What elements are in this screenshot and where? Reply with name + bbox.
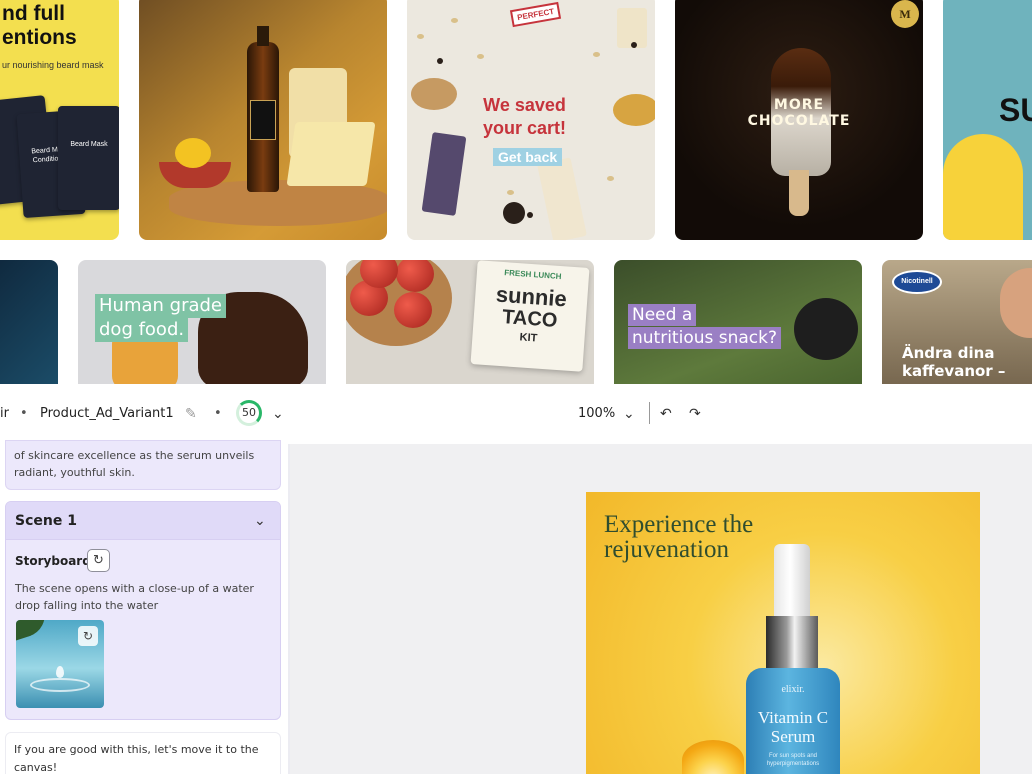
ad-headline-line2: dog food. bbox=[95, 318, 189, 342]
progress-ring: 50 bbox=[236, 400, 262, 426]
editor-toolbar: ir • Product_Ad_Variant1 ✎ • 50 ⌄ 100% ⌄… bbox=[0, 384, 1032, 444]
regenerate-icon[interactable]: ↻ bbox=[87, 549, 110, 572]
snack-bar bbox=[421, 132, 467, 216]
nut bbox=[477, 54, 484, 59]
ad-card-cart[interactable]: PERFECT We saved your cart! Get back bbox=[407, 0, 655, 240]
choc-chip bbox=[631, 42, 637, 48]
previous-scene-text: of skincare excellence as the serum unve… bbox=[5, 440, 281, 490]
choc-ball bbox=[503, 202, 525, 224]
yellow-shape bbox=[943, 134, 1023, 240]
scene-card: Scene 1 ⌄ Storyboard ↻ The scene opens w… bbox=[5, 501, 281, 720]
bottle-subtitle: For sun spots and hyperpigmentations bbox=[766, 753, 820, 767]
ad-tagline: ur nourishing beard mask bbox=[2, 60, 104, 70]
choc-chip bbox=[437, 58, 443, 64]
panel-divider bbox=[288, 444, 290, 774]
ad-card-beard-mask[interactable]: nd full entions ur nourishing beard mask… bbox=[0, 0, 119, 240]
scene-thumbnail[interactable]: ↻ bbox=[16, 620, 104, 708]
assistant-message: If you are good with this, let's move it… bbox=[5, 732, 281, 774]
chevron-down-icon[interactable]: ⌄ bbox=[254, 512, 266, 530]
app-screen: nd full entions ur nourishing beard mask… bbox=[0, 0, 1032, 774]
whisky-bottle bbox=[247, 26, 279, 192]
ad-card-navy[interactable] bbox=[0, 260, 58, 384]
ad-headline-line1: Need a bbox=[628, 304, 697, 326]
pack-label: Beard Mask bbox=[70, 141, 108, 148]
bottle-collar bbox=[766, 616, 818, 668]
redo-icon[interactable]: ↷ bbox=[689, 404, 701, 424]
ad-card-nicotinell[interactable]: Nicotinell Ändra dina kaffevanor – bbox=[882, 260, 1032, 384]
nut bbox=[607, 176, 614, 181]
ad-headline: nd full entions bbox=[2, 2, 77, 49]
project-name[interactable]: Product_Ad_Variant1 bbox=[40, 404, 174, 424]
bottle-brand: elixir. bbox=[781, 684, 805, 695]
orange-slice bbox=[682, 740, 744, 774]
nut bbox=[417, 34, 424, 39]
snack-bar bbox=[537, 157, 587, 240]
cheese-wedge bbox=[286, 122, 376, 186]
chevron-down-icon[interactable]: ⌄ bbox=[623, 404, 635, 424]
water-drop bbox=[56, 666, 64, 678]
ad-gallery: nd full entions ur nourishing beard mask… bbox=[0, 0, 1032, 384]
ad-headline-line1: Human grade bbox=[95, 294, 226, 318]
storyboard-panel: of skincare excellence as the serum unve… bbox=[0, 440, 290, 774]
nut bbox=[451, 18, 458, 23]
pencil-icon[interactable]: ✎ bbox=[185, 404, 197, 424]
separator-dot: • bbox=[214, 406, 222, 421]
ad-card-teal[interactable]: SU bbox=[943, 0, 1032, 240]
person bbox=[1000, 268, 1032, 338]
ad-headline-line2: nutritious snack? bbox=[628, 327, 782, 349]
lemon bbox=[175, 138, 211, 168]
storyboard-label: Storyboard bbox=[15, 554, 91, 568]
ad-card-dog-food[interactable]: Human grade dog food. bbox=[78, 260, 326, 384]
chevron-down-icon[interactable]: ⌄ bbox=[272, 404, 284, 424]
toolbar-divider bbox=[649, 402, 650, 424]
scene-description: The scene opens with a close-up of a wat… bbox=[15, 582, 254, 612]
ad-headline: Experience the rejuvenation bbox=[604, 511, 754, 563]
bottle-label bbox=[250, 100, 276, 140]
ad-message: We saved your cart! bbox=[483, 95, 567, 138]
leaf bbox=[16, 620, 51, 642]
nut bbox=[593, 52, 600, 57]
brand-logo: Nicotinell bbox=[892, 270, 942, 294]
ad-headline: MORE CHOCOLATE bbox=[747, 97, 851, 129]
peanut-butter bbox=[411, 78, 457, 110]
helmet bbox=[794, 298, 858, 360]
ad-card-taco-kit[interactable]: FRESH LUNCH sunnie TACO KIT bbox=[346, 260, 594, 384]
regenerate-icon[interactable]: ↻ bbox=[78, 626, 98, 646]
nut bbox=[507, 190, 514, 195]
separator-dot: • bbox=[20, 406, 28, 421]
ad-headline: SU bbox=[999, 92, 1032, 128]
serum-bottle: elixir. Vitamin C Serum For sun spots an… bbox=[744, 544, 842, 774]
choc-chip bbox=[527, 212, 533, 218]
honey bbox=[613, 94, 655, 126]
zoom-level[interactable]: 100% bbox=[578, 404, 615, 424]
app-name-fragment: ir bbox=[0, 406, 9, 421]
water-ripple bbox=[30, 678, 90, 692]
ad-card-snack[interactable]: Need a nutritious snack? bbox=[614, 260, 862, 384]
get-back-button: Get back bbox=[493, 148, 563, 166]
brand-stamp: PERFECT bbox=[509, 1, 562, 28]
taco-kit-pack: FRESH LUNCH sunnie TACO KIT bbox=[470, 260, 590, 372]
product-pack: Beard Mask bbox=[58, 106, 119, 210]
bottle-product-name: Vitamin C Serum bbox=[757, 708, 829, 746]
ice-cream-stick bbox=[789, 170, 809, 216]
editor: ir • Product_Ad_Variant1 ✎ • 50 ⌄ 100% ⌄… bbox=[0, 384, 1032, 774]
ad-card-whisky[interactable] bbox=[139, 0, 387, 240]
brand-logo: M bbox=[891, 0, 919, 28]
apple bbox=[394, 292, 432, 328]
ad-headline: Ändra dina kaffevanor – bbox=[902, 344, 1006, 380]
ad-card-chocolate[interactable]: M MORE CHOCOLATE bbox=[675, 0, 923, 240]
canvas-ad-preview[interactable]: Experience the rejuvenation elixir. Vita… bbox=[586, 492, 980, 774]
undo-icon[interactable]: ↶ bbox=[660, 404, 672, 424]
bottle-pump bbox=[774, 544, 810, 618]
scene-title: Scene 1 bbox=[15, 513, 77, 529]
